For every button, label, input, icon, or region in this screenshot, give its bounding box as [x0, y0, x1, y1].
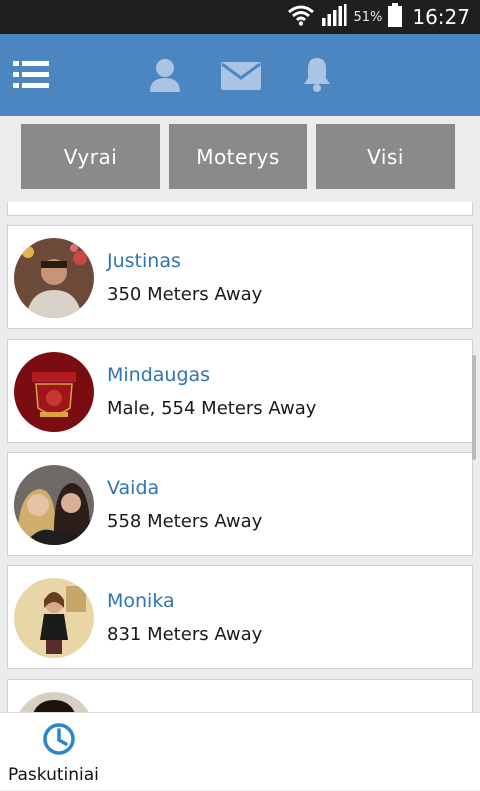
- bottom-navigation: Paskutiniai: [0, 712, 480, 790]
- filter-men-button[interactable]: Vyrai: [21, 124, 160, 189]
- user-distance: 831 Meters Away: [107, 624, 263, 645]
- tab-recent-label: Paskutiniai: [8, 765, 99, 785]
- list-item-partial-bottom[interactable]: [7, 679, 473, 712]
- menu-icon[interactable]: [13, 60, 49, 94]
- scrollbar[interactable]: [472, 355, 476, 460]
- avatar: [14, 578, 94, 658]
- profile-icon[interactable]: [149, 58, 181, 96]
- wifi-icon: [287, 4, 315, 30]
- user-distance: 350 Meters Away: [107, 284, 263, 305]
- clock-icon: [42, 722, 76, 760]
- battery-icon: [388, 3, 403, 31]
- filter-women-button[interactable]: Moterys: [169, 124, 307, 189]
- avatar: [14, 465, 94, 545]
- avatar: [14, 238, 94, 318]
- battery-percent: 51%: [353, 9, 383, 25]
- messages-icon[interactable]: [221, 62, 261, 94]
- user-list[interactable]: Justinas 350 Meters Away Mindaugas Male,…: [0, 202, 480, 712]
- list-item[interactable]: Mindaugas Male, 554 Meters Away: [7, 339, 473, 443]
- list-item[interactable]: Vaida 558 Meters Away: [7, 452, 473, 556]
- app-bar: [0, 34, 480, 116]
- user-distance: 558 Meters Away: [107, 511, 263, 532]
- status-bar: 51% 16:27: [0, 0, 480, 34]
- user-name: Mindaugas: [107, 364, 211, 386]
- user-name: Justinas: [107, 250, 181, 272]
- notifications-icon[interactable]: [302, 56, 332, 96]
- user-name: Monika: [107, 590, 175, 612]
- filter-tabs: Vyrai Moterys Visi: [0, 116, 480, 202]
- list-item[interactable]: Monika 831 Meters Away: [7, 565, 473, 669]
- avatar: [14, 352, 94, 432]
- filter-all-button[interactable]: Visi: [316, 124, 455, 189]
- list-item-partial-top[interactable]: [7, 202, 473, 216]
- user-distance: Male, 554 Meters Away: [107, 398, 317, 419]
- signal-icon: [321, 4, 347, 30]
- tab-recent[interactable]: Paskutiniai: [0, 713, 118, 791]
- user-name: Vaida: [107, 477, 160, 499]
- avatar: [14, 692, 94, 712]
- list-item[interactable]: Justinas 350 Meters Away: [7, 225, 473, 329]
- clock: 16:27: [412, 5, 470, 29]
